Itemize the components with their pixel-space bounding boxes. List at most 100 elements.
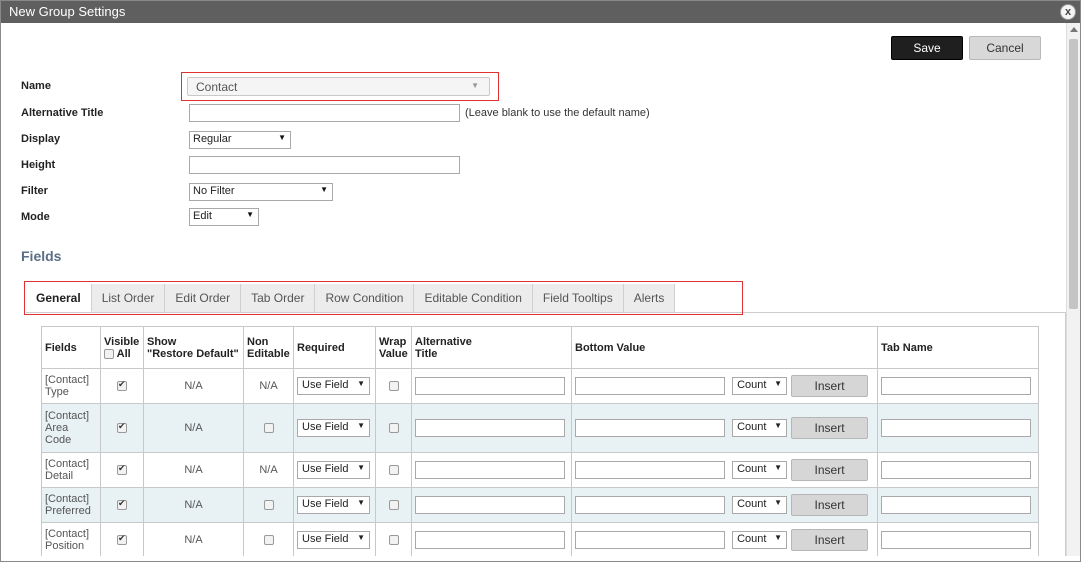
col-header-restore-default: Show "Restore Default" — [143, 326, 244, 369]
non-editable-na: N/A — [259, 464, 278, 476]
required-select-value: Use Field — [302, 463, 349, 475]
visible-checkbox[interactable] — [117, 379, 127, 392]
mode-select[interactable]: Edit ▼ — [189, 208, 259, 226]
visible-checkbox[interactable] — [117, 533, 127, 546]
wrap-value-checkbox[interactable] — [388, 465, 399, 476]
non-editable-checkbox[interactable] — [263, 500, 274, 511]
non-editable-checkbox[interactable] — [263, 535, 274, 546]
tab-name-input[interactable] — [881, 461, 1031, 479]
alternative-title-input[interactable] — [415, 496, 565, 514]
chevron-down-icon: ▼ — [320, 185, 328, 194]
field-name-line1: [Contact] — [45, 410, 90, 422]
name-select-value: Contact — [196, 80, 238, 94]
bottom-aggregate-select[interactable]: Count ▼ — [732, 419, 788, 437]
tab-name-cell — [877, 487, 1039, 523]
mode-label: Mode — [21, 211, 50, 223]
required-select[interactable]: Use Field ▼ — [297, 377, 370, 395]
name-select[interactable]: Contact ▼ — [187, 77, 490, 96]
tab-name-input[interactable] — [881, 419, 1031, 437]
alt-title-hint: (Leave blank to use the default name) — [465, 107, 650, 119]
tab-name-input[interactable] — [881, 531, 1031, 549]
scroll-thumb[interactable] — [1069, 39, 1078, 309]
bottom-value-input[interactable] — [575, 461, 725, 479]
restore-default-na: N/A — [184, 464, 203, 476]
alt-title-input[interactable] — [189, 104, 460, 122]
bottom-value-input[interactable] — [575, 419, 725, 437]
alternative-title-input[interactable] — [415, 377, 565, 395]
filter-label: Filter — [21, 185, 48, 197]
non-editable-cell: N/A — [243, 368, 294, 404]
wrap-value-checkbox[interactable] — [388, 535, 399, 546]
insert-button[interactable]: Insert — [791, 459, 869, 481]
wrap-value-checkbox[interactable] — [388, 381, 399, 392]
chevron-down-icon: ▼ — [774, 533, 783, 542]
tab-name-input[interactable] — [881, 377, 1031, 395]
insert-button[interactable]: Insert — [791, 375, 869, 397]
bottom-aggregate-value: Count — [737, 379, 767, 391]
name-label: Name — [21, 80, 51, 92]
non-editable-checkbox[interactable] — [263, 423, 274, 434]
tab-name-input[interactable] — [881, 496, 1031, 514]
visible-checkbox[interactable] — [117, 421, 127, 434]
filter-select[interactable]: No Filter ▼ — [189, 183, 333, 201]
dialog-bottom-edge — [1, 556, 1080, 561]
wrap-value-checkbox[interactable] — [388, 423, 399, 434]
fields-table: Fields Visible All Show "Restore Default"… — [41, 326, 1039, 558]
col-header-alternative-title: Alternative Title — [411, 326, 572, 369]
restore-default-na: N/A — [184, 422, 203, 434]
bottom-aggregate-select[interactable]: Count ▼ — [732, 377, 788, 395]
bottom-value-input[interactable] — [575, 496, 725, 514]
bottom-value-input[interactable] — [575, 531, 725, 549]
vertical-scrollbar[interactable] — [1066, 23, 1080, 561]
height-label: Height — [21, 159, 56, 171]
restore-default-cell: N/A — [143, 368, 244, 404]
visible-checkbox[interactable] — [117, 498, 127, 511]
tabs-highlight-box — [24, 281, 743, 315]
table-row: [Contact]AreaCode N/A Use Field ▼ Count ▼ Ins… — [41, 403, 1039, 453]
bottom-aggregate-select[interactable]: Count ▼ — [732, 531, 788, 549]
required-select[interactable]: Use Field ▼ — [297, 461, 370, 479]
field-name-cell: [Contact] Area Code — [41, 403, 101, 453]
wrap-value-cell — [375, 403, 412, 453]
close-icon[interactable]: x — [1060, 4, 1076, 20]
scroll-up-arrow-icon[interactable] — [1070, 27, 1078, 32]
insert-button[interactable]: Insert — [791, 494, 869, 516]
bottom-value-input[interactable] — [575, 377, 725, 395]
save-button[interactable]: Save — [891, 36, 963, 60]
insert-button[interactable]: Insert — [791, 417, 869, 439]
field-name-line2: Type — [45, 386, 69, 398]
alternative-title-input[interactable] — [415, 461, 565, 479]
tab-name-cell — [877, 368, 1039, 404]
display-select[interactable]: Regular ▼ — [189, 131, 291, 149]
alternative-title-input[interactable] — [415, 531, 565, 549]
col-header-bottom-value: Bottom Value — [571, 326, 878, 369]
visible-all-checkbox[interactable] — [104, 348, 114, 359]
fields-section-title: Fields — [21, 248, 62, 264]
tab-name-cell — [877, 522, 1039, 558]
chevron-down-icon: ▼ — [357, 533, 365, 542]
field-name-line2: Area — [45, 422, 69, 434]
wrap-value-checkbox[interactable] — [388, 500, 399, 511]
bottom-aggregate-select[interactable]: Count ▼ — [732, 461, 788, 479]
bottom-value-cell: Count ▼ Insert — [571, 403, 878, 453]
alternative-title-cell — [411, 403, 572, 453]
alt-title-label: Alternative Title — [21, 107, 104, 119]
table-row: [Contact]Type N/A N/A Use Field ▼ Count ▼ Inse… — [41, 368, 1039, 404]
height-input[interactable] — [189, 156, 460, 174]
required-select[interactable]: Use Field ▼ — [297, 496, 370, 514]
visible-cell — [100, 368, 144, 404]
bottom-value-cell: Count ▼ Insert — [571, 452, 878, 488]
field-name-cell: [Contact] Detail — [41, 452, 101, 488]
required-select[interactable]: Use Field ▼ — [297, 419, 370, 437]
bottom-value-cell: Count ▼ Insert — [571, 487, 878, 523]
bottom-aggregate-select[interactable]: Count ▼ — [732, 496, 788, 514]
field-name-line2: Position — [45, 540, 85, 552]
alternative-title-input[interactable] — [415, 419, 565, 437]
required-select[interactable]: Use Field ▼ — [297, 531, 370, 549]
visible-checkbox[interactable] — [117, 463, 127, 476]
restore-default-cell: N/A — [143, 452, 244, 488]
insert-button[interactable]: Insert — [791, 529, 869, 551]
field-name-line1: [Contact] — [45, 528, 90, 540]
cancel-button[interactable]: Cancel — [969, 36, 1041, 60]
col-header-visible: Visible All — [100, 326, 144, 369]
